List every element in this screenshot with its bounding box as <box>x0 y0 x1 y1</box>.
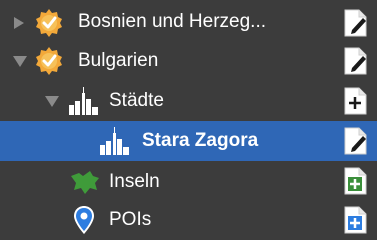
tree-row-label: Bosnien und Herzeg... <box>78 11 267 32</box>
tree-row-staedte[interactable]: Städte <box>0 81 377 121</box>
tree-row-inseln[interactable]: Inseln <box>0 161 377 201</box>
city-skyline-icon <box>98 127 134 160</box>
edit-icon[interactable] <box>343 9 367 37</box>
tree-row-bulgarien[interactable]: Bulgarien <box>0 41 377 81</box>
disclosure-expanded-icon[interactable] <box>13 56 27 67</box>
map-pin-icon <box>73 205 95 240</box>
island-icon <box>68 167 102 202</box>
add-icon[interactable] <box>343 167 367 195</box>
edit-icon[interactable] <box>343 127 367 155</box>
badge-check-icon <box>34 46 64 81</box>
edit-icon[interactable] <box>343 47 367 75</box>
tree-row-label: Städte <box>109 90 164 111</box>
tree-row-label: Inseln <box>109 171 160 192</box>
tree-row-bosnien[interactable]: Bosnien und Herzeg... <box>0 3 377 43</box>
badge-check-icon <box>34 8 64 43</box>
tree-row-label: Bulgarien <box>78 50 159 71</box>
disclosure-expanded-icon[interactable] <box>45 96 59 107</box>
disclosure-collapsed-icon[interactable] <box>14 17 24 29</box>
tree-row-label: POIs <box>109 209 152 230</box>
tree-row-label: Stara Zagora <box>142 130 259 151</box>
tree-row-pois[interactable]: POIs <box>0 200 377 240</box>
tree-row-stara-zagora[interactable]: Stara Zagora <box>0 121 377 161</box>
add-icon[interactable] <box>343 206 367 234</box>
city-skyline-icon <box>67 87 103 120</box>
add-icon[interactable] <box>343 87 367 115</box>
